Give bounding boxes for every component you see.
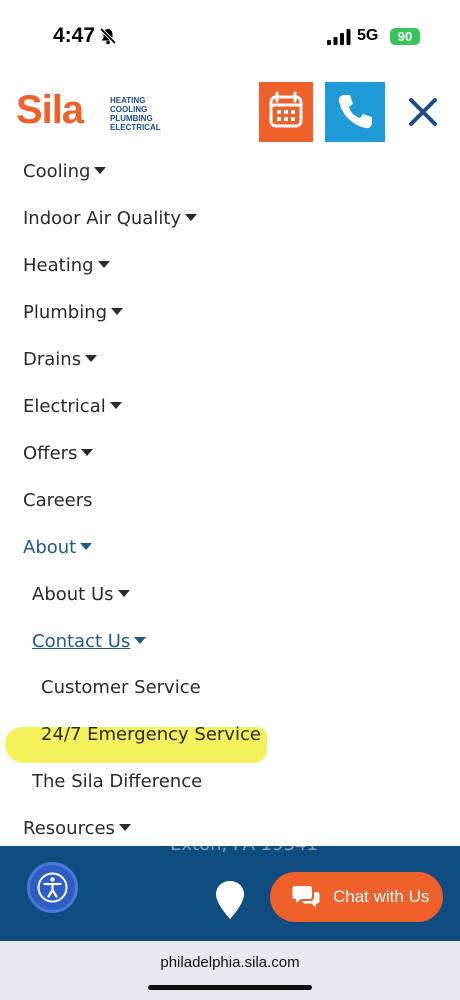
menu-item-label: The Sila Difference: [32, 771, 203, 792]
menu-item-label: Electrical: [23, 396, 106, 417]
logo-subline: ELECTRICAL: [110, 123, 161, 132]
browser-address-bar[interactable]: philadelphia.sila.com: [0, 941, 460, 1000]
footer-address-peek: Exton, PA 19341: [170, 846, 318, 855]
caret-down-icon: [109, 401, 122, 409]
caret-down-icon: [94, 166, 107, 174]
chat-button-label: Chat with Us: [333, 887, 430, 906]
battery-charging-icon: 90: [390, 28, 420, 45]
menu-item-label: About: [23, 537, 77, 558]
submenu-item-sila-difference[interactable]: The Sila Difference: [32, 771, 202, 792]
menu-item-label: Plumbing: [23, 302, 108, 323]
status-time: 4:47: [53, 24, 96, 47]
phone-icon: [338, 95, 372, 129]
menu-item-plumbing[interactable]: Plumbing: [23, 302, 124, 323]
menu-item-indoor-air-quality[interactable]: Indoor Air Quality: [23, 208, 198, 229]
caret-down-icon: [81, 448, 94, 456]
menu-item-label: 24/7 Emergency Service: [41, 724, 261, 745]
submenu-item-contact-us[interactable]: Contact Us: [32, 631, 147, 652]
logo-services: HEATING COOLING PLUMBING ELECTRICAL: [110, 96, 161, 132]
caret-down-icon: [118, 823, 131, 831]
caret-down-icon: [117, 589, 130, 597]
url-text: philadelphia.sila.com: [160, 954, 300, 971]
status-bar: 4:47 5G 90: [0, 0, 460, 70]
logo-subline: HEATING: [110, 96, 146, 105]
submenu-item-emergency-service[interactable]: 24/7 Emergency Service: [41, 724, 261, 745]
bell-slash-icon: [99, 27, 117, 45]
menu-item-label: About Us: [32, 584, 114, 605]
caret-down-icon: [111, 307, 124, 315]
call-button[interactable]: [325, 82, 385, 142]
menu-item-electrical[interactable]: Electrical: [23, 396, 122, 417]
sila-logo[interactable]: Sila HEATING COOLING PLUMBING ELECTRICAL: [16, 88, 166, 132]
network-label: 5G: [357, 27, 379, 44]
menu-item-label: Offers: [23, 443, 78, 464]
submenu-item-about-us[interactable]: About Us: [32, 584, 130, 605]
menu-item-label: Careers: [23, 490, 93, 511]
logo-wordmark: Sila: [16, 88, 84, 132]
menu-item-label: Resources: [23, 818, 115, 839]
menu-item-drains[interactable]: Drains: [23, 349, 98, 370]
menu-item-careers[interactable]: Careers: [23, 490, 93, 511]
menu-item-cooling[interactable]: Cooling: [23, 161, 107, 182]
menu-item-label: Drains: [23, 349, 82, 370]
menu-item-label: Contact Us: [32, 631, 131, 652]
close-icon[interactable]: [405, 96, 441, 128]
home-indicator[interactable]: [148, 985, 312, 990]
caret-down-icon: [97, 260, 110, 268]
menu-item-label: Cooling: [23, 161, 91, 182]
map-pin-icon[interactable]: [214, 880, 246, 920]
logo-subline: COOLING: [110, 105, 148, 114]
signal-icon: [327, 29, 351, 45]
submenu-item-customer-service[interactable]: Customer Service: [41, 677, 201, 698]
menu-item-about[interactable]: About: [23, 537, 93, 558]
menu-item-heating[interactable]: Heating: [23, 255, 110, 276]
caret-down-icon: [80, 542, 93, 550]
calendar-icon: [269, 91, 303, 128]
menu-item-label: Customer Service: [41, 677, 201, 698]
menu-item-label: Indoor Air Quality: [23, 208, 182, 229]
battery-level: 90: [397, 29, 413, 44]
menu-item-offers[interactable]: Offers: [23, 443, 94, 464]
logo-subline: PLUMBING: [110, 114, 153, 123]
chat-button[interactable]: Chat with Us: [270, 872, 443, 922]
menu-item-resources[interactable]: Resources: [23, 818, 131, 839]
chat-bubbles-icon: [292, 886, 320, 908]
accessibility-icon: [37, 872, 68, 903]
caret-down-icon: [134, 636, 147, 644]
schedule-button[interactable]: [259, 82, 313, 142]
caret-down-icon: [85, 354, 98, 362]
caret-down-icon: [185, 213, 198, 221]
menu-item-label: Heating: [23, 255, 94, 276]
accessibility-button[interactable]: [27, 862, 78, 913]
